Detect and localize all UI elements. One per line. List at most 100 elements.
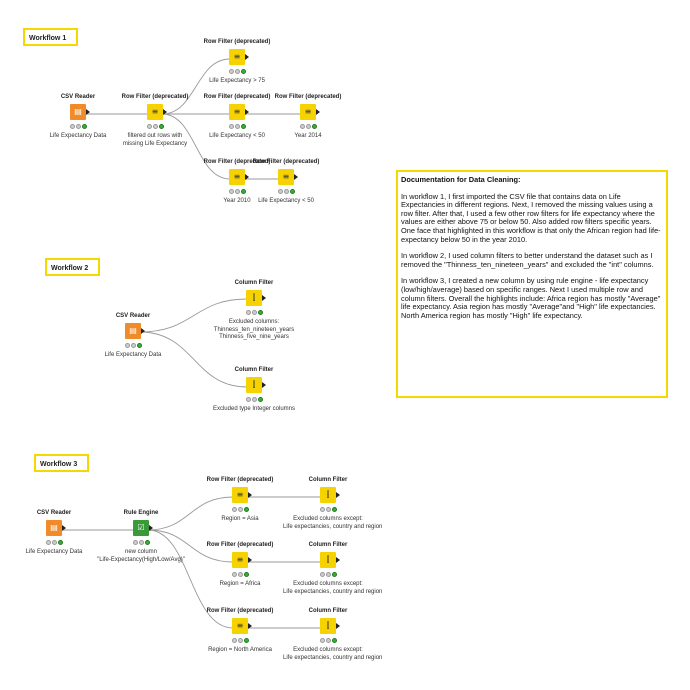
status-dot-red bbox=[228, 189, 234, 194]
status-dot-red bbox=[231, 507, 237, 512]
node-status-traffic-light bbox=[195, 572, 285, 577]
node-caption: Excluded columns except: bbox=[293, 581, 363, 587]
table-reader-icon-glyph: ▤ bbox=[50, 523, 58, 532]
node-w1-rf-lt50b[interactable]: Row Filter (deprecated) ≡ Life Expectancy … bbox=[241, 158, 331, 206]
node-w3-csv[interactable]: CSV Reader ▤ Life Expectancy Data bbox=[9, 509, 99, 557]
row-filter-icon[interactable]: ≡ bbox=[278, 169, 298, 185]
column-filter-icon-glyph: ⫿ bbox=[326, 621, 330, 630]
column-filter-icon[interactable]: ⫿ bbox=[320, 552, 340, 568]
node-title: Row Filter (deprecated) bbox=[206, 542, 274, 548]
row-filter-icon-glyph: ≡ bbox=[236, 490, 244, 499]
status-dot-red bbox=[319, 507, 325, 512]
status-dot-red bbox=[299, 124, 305, 129]
documentation-annotation[interactable]: Documentation for Data Cleaning: In work… bbox=[396, 170, 668, 398]
node-status-traffic-light bbox=[241, 189, 331, 194]
node-w1-rf-missing[interactable]: Row Filter (deprecated) ≡ filtered out row… bbox=[110, 93, 200, 148]
status-dot-yellow bbox=[234, 124, 240, 129]
column-filter-icon-glyph: ⫿ bbox=[326, 555, 330, 564]
row-filter-icon-glyph: ≡ bbox=[151, 107, 159, 116]
node-caption: Thinness_five_nine_years bbox=[219, 334, 289, 340]
row-filter-icon[interactable]: ≡ bbox=[232, 618, 252, 634]
node-caption: Life Expectancy Data bbox=[104, 352, 162, 358]
node-title: Row Filter (deprecated) bbox=[206, 477, 274, 483]
node-title: Column Filter bbox=[308, 477, 348, 483]
node-title: Column Filter bbox=[308, 608, 348, 614]
row-filter-icon-glyph: ≡ bbox=[304, 107, 312, 116]
node-w2-cf1[interactable]: Column Filter ⫿ Excluded columns: Thinness_… bbox=[209, 279, 299, 342]
status-dot-red bbox=[228, 124, 234, 129]
status-dot-yellow bbox=[237, 638, 243, 643]
table-reader-icon[interactable]: ▤ bbox=[125, 323, 145, 339]
column-filter-icon[interactable]: ⫿ bbox=[246, 290, 266, 306]
node-title: Row Filter (deprecated) bbox=[206, 608, 274, 614]
node-w3-cf-asia[interactable]: Column Filter ⫿ Excluded columns except: Li… bbox=[283, 476, 382, 531]
node-w1-rf-gt75[interactable]: Row Filter (deprecated) ≡ Life Expectancy … bbox=[192, 38, 282, 86]
status-dot-red bbox=[146, 124, 152, 129]
row-filter-icon[interactable]: ≡ bbox=[232, 487, 252, 503]
row-filter-icon[interactable]: ≡ bbox=[300, 104, 320, 120]
node-caption: Year 2014 bbox=[294, 133, 322, 139]
node-w3-rf-na[interactable]: Row Filter (deprecated) ≡ Region = North A… bbox=[195, 607, 285, 655]
node-w1-rf-2014[interactable]: Row Filter (deprecated) ≡ Year 2014 bbox=[263, 93, 353, 141]
status-dot-green bbox=[240, 124, 246, 129]
node-status-traffic-light bbox=[96, 540, 186, 545]
column-filter-icon-glyph: ⫿ bbox=[326, 490, 330, 499]
status-dot-green bbox=[243, 507, 249, 512]
table-reader-icon-glyph: ▤ bbox=[74, 107, 82, 116]
status-dot-green bbox=[257, 310, 263, 315]
node-status-traffic-light bbox=[283, 638, 373, 643]
column-filter-icon[interactable]: ⫿ bbox=[320, 618, 340, 634]
status-dot-yellow bbox=[325, 638, 331, 643]
documentation-paragraph-3: In workflow 3, I created a new column by… bbox=[401, 276, 661, 320]
workflow-1-label: Workflow 1 bbox=[23, 28, 78, 46]
node-title: CSV Reader bbox=[115, 313, 151, 319]
node-title: Column Filter bbox=[308, 542, 348, 548]
status-dot-red bbox=[69, 124, 75, 129]
status-dot-red bbox=[277, 189, 283, 194]
node-w2-csv[interactable]: CSV Reader ▤ Life Expectancy Data bbox=[88, 312, 178, 360]
status-dot-green bbox=[81, 124, 87, 129]
status-dot-yellow bbox=[152, 124, 158, 129]
table-reader-icon-glyph: ▤ bbox=[129, 326, 137, 335]
status-dot-red bbox=[319, 638, 325, 643]
node-caption: Life expectancies, country and region bbox=[283, 654, 383, 661]
status-dot-yellow bbox=[237, 572, 243, 577]
status-dot-red bbox=[132, 540, 138, 545]
node-w3-cf-na[interactable]: Column Filter ⫿ Excluded columns except: Li… bbox=[283, 607, 383, 662]
status-dot-yellow bbox=[283, 189, 289, 194]
status-dot-red bbox=[45, 540, 51, 545]
status-dot-yellow bbox=[51, 540, 57, 545]
node-w2-cf2[interactable]: Column Filter ⫿ Excluded type Integer colu… bbox=[209, 366, 299, 414]
row-filter-icon[interactable]: ≡ bbox=[232, 552, 252, 568]
column-filter-icon[interactable]: ⫿ bbox=[320, 487, 340, 503]
row-filter-icon[interactable]: ≡ bbox=[147, 104, 167, 120]
column-filter-icon[interactable]: ⫿ bbox=[246, 377, 266, 393]
row-filter-icon-glyph: ≡ bbox=[233, 107, 241, 116]
status-dot-green bbox=[289, 189, 295, 194]
row-filter-icon[interactable]: ≡ bbox=[229, 49, 249, 65]
rule-engine-icon[interactable]: ☑ bbox=[133, 520, 153, 536]
node-status-traffic-light bbox=[195, 507, 285, 512]
node-w3-cf-africa[interactable]: Column Filter ⫿ Excluded columns except: Li… bbox=[283, 541, 382, 596]
node-title: Row Filter (deprecated) bbox=[121, 94, 189, 100]
node-title: Row Filter (deprecated) bbox=[252, 159, 320, 165]
status-dot-green bbox=[240, 69, 246, 74]
row-filter-icon-glyph: ≡ bbox=[236, 621, 244, 630]
node-status-traffic-light bbox=[209, 310, 299, 315]
node-w3-rule[interactable]: Rule Engine ☑ new column "Life-Expectancy(H… bbox=[96, 509, 186, 564]
node-w3-rf-asia[interactable]: Row Filter (deprecated) ≡ Region = Asia bbox=[195, 476, 285, 524]
table-reader-icon[interactable]: ▤ bbox=[70, 104, 90, 120]
row-filter-icon[interactable]: ≡ bbox=[229, 104, 249, 120]
status-dot-green bbox=[311, 124, 317, 129]
status-dot-yellow bbox=[251, 397, 257, 402]
node-status-traffic-light bbox=[283, 572, 373, 577]
documentation-paragraph-2: In workflow 2, I used column filters to … bbox=[401, 251, 654, 269]
status-dot-yellow bbox=[325, 507, 331, 512]
status-dot-green bbox=[158, 124, 164, 129]
node-w3-rf-africa[interactable]: Row Filter (deprecated) ≡ Region = Africa bbox=[195, 541, 285, 589]
row-filter-icon-glyph: ≡ bbox=[233, 52, 241, 61]
status-dot-red bbox=[245, 310, 251, 315]
node-title: Column Filter bbox=[234, 367, 274, 373]
status-dot-yellow bbox=[325, 572, 331, 577]
table-reader-icon[interactable]: ▤ bbox=[46, 520, 66, 536]
